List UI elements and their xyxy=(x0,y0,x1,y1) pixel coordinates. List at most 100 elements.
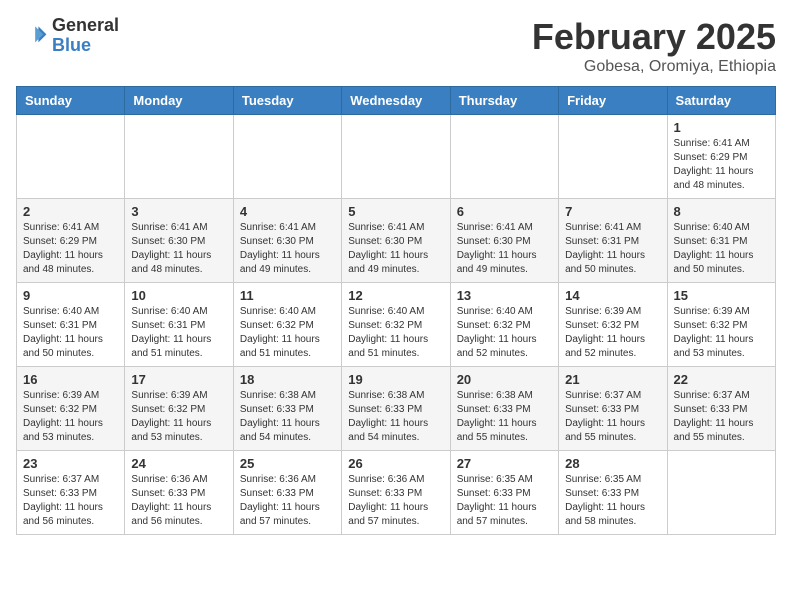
calendar-cell: 18Sunrise: 6:38 AM Sunset: 6:33 PM Dayli… xyxy=(233,367,341,451)
day-info: Sunrise: 6:40 AM Sunset: 6:31 PM Dayligh… xyxy=(131,305,226,361)
weekday-header-friday: Friday xyxy=(559,87,667,115)
day-info: Sunrise: 6:36 AM Sunset: 6:33 PM Dayligh… xyxy=(131,473,226,529)
day-number: 1 xyxy=(674,120,769,135)
weekday-header-saturday: Saturday xyxy=(667,87,775,115)
day-number: 28 xyxy=(565,456,660,471)
day-info: Sunrise: 6:40 AM Sunset: 6:32 PM Dayligh… xyxy=(240,305,335,361)
calendar-week-2: 9 Sunrise: 6:40 AM Sunset: 6:31 PM Daylig… xyxy=(17,283,776,367)
day-info: Sunrise: 6:35 AM Sunset: 6:33 PM Dayligh… xyxy=(565,473,660,529)
day-info: Sunrise: 6:41 AM Sunset: 6:30 PM Dayligh… xyxy=(131,221,226,277)
day-info: Sunrise: 6:40 AM Sunset: 6:31 PM Dayligh… xyxy=(23,305,118,361)
day-number: 14 xyxy=(565,288,660,303)
calendar-cell: 21 Sunrise: 6:37 AM Sunset: 6:33 PM Dayli… xyxy=(559,367,667,451)
logo-general: General xyxy=(52,15,119,35)
day-info: Sunrise: 6:41 AM Sunset: 6:30 PM Dayligh… xyxy=(457,221,552,277)
day-number: 3 xyxy=(131,204,226,219)
calendar-week-4: 23Sunrise: 6:37 AM Sunset: 6:33 PM Dayli… xyxy=(17,451,776,535)
calendar-cell xyxy=(17,115,125,199)
calendar-cell: 13 Sunrise: 6:40 AM Sunset: 6:32 PM Dayli… xyxy=(450,283,558,367)
day-info: Sunrise: 6:40 AM Sunset: 6:32 PM Dayligh… xyxy=(457,305,552,361)
calendar-cell: 1Sunrise: 6:41 AM Sunset: 6:29 PM Daylig… xyxy=(667,115,775,199)
calendar-table: SundayMondayTuesdayWednesdayThursdayFrid… xyxy=(16,86,776,535)
day-number: 10 xyxy=(131,288,226,303)
page-header: General Blue February 2025 Gobesa, Oromi… xyxy=(16,16,776,76)
calendar-week-3: 16Sunrise: 6:39 AM Sunset: 6:32 PM Dayli… xyxy=(17,367,776,451)
day-info: Sunrise: 6:39 AM Sunset: 6:32 PM Dayligh… xyxy=(674,305,769,361)
day-info: Sunrise: 6:41 AM Sunset: 6:31 PM Dayligh… xyxy=(565,221,660,277)
title-block: February 2025 Gobesa, Oromiya, Ethiopia xyxy=(532,16,776,76)
day-number: 8 xyxy=(674,204,769,219)
month-year: February 2025 xyxy=(532,16,776,58)
day-number: 18 xyxy=(240,372,335,387)
calendar-cell: 24 Sunrise: 6:36 AM Sunset: 6:33 PM Dayli… xyxy=(125,451,233,535)
calendar-body: 1 Sunrise: 6:41 AM Sunset: 6:29 PM Daylig… xyxy=(17,115,776,535)
day-info: Sunrise: 6:35 AM Sunset: 6:33 PM Dayligh… xyxy=(457,473,552,529)
day-info: Sunrise: 6:38 AM Sunset: 6:33 PM Dayligh… xyxy=(348,389,443,445)
calendar-cell: 27 Sunrise: 6:35 AM Sunset: 6:33 PM Dayli… xyxy=(450,451,558,535)
calendar-cell: 26 Sunrise: 6:36 AM Sunset: 6:33 PM Dayli… xyxy=(342,451,450,535)
day-number: 20 xyxy=(457,372,552,387)
day-info: Sunrise: 6:37 AM Sunset: 6:33 PM Dayligh… xyxy=(565,389,660,445)
calendar-cell: 8 Sunrise: 6:40 AM Sunset: 6:31 PM Daylig… xyxy=(667,199,775,283)
calendar-cell: 25Sunrise: 6:36 AM Sunset: 6:33 PM Dayli… xyxy=(233,451,341,535)
weekday-header-tuesday: Tuesday xyxy=(233,87,341,115)
day-info: Sunrise: 6:41 AM Sunset: 6:29 PM Dayligh… xyxy=(23,221,118,277)
calendar-cell xyxy=(233,115,341,199)
calendar-cell xyxy=(559,115,667,199)
day-info: Sunrise: 6:39 AM Sunset: 6:32 PM Dayligh… xyxy=(23,389,118,445)
calendar-cell: 11 Sunrise: 6:40 AM Sunset: 6:32 PM Dayli… xyxy=(233,283,341,367)
day-number: 4 xyxy=(240,204,335,219)
day-info: Sunrise: 6:41 AM Sunset: 6:30 PM Dayligh… xyxy=(348,221,443,277)
calendar-cell: 14Sunrise: 6:39 AM Sunset: 6:32 PM Dayli… xyxy=(559,283,667,367)
calendar-cell: 2 Sunrise: 6:41 AM Sunset: 6:29 PM Daylig… xyxy=(17,199,125,283)
day-info: Sunrise: 6:39 AM Sunset: 6:32 PM Dayligh… xyxy=(131,389,226,445)
day-number: 2 xyxy=(23,204,118,219)
day-number: 9 xyxy=(23,288,118,303)
day-number: 6 xyxy=(457,204,552,219)
calendar-cell xyxy=(342,115,450,199)
calendar-cell: 3 Sunrise: 6:41 AM Sunset: 6:30 PM Daylig… xyxy=(125,199,233,283)
calendar-cell: 5Sunrise: 6:41 AM Sunset: 6:30 PM Daylig… xyxy=(342,199,450,283)
day-number: 15 xyxy=(674,288,769,303)
logo-blue: Blue xyxy=(52,35,91,55)
day-number: 27 xyxy=(457,456,552,471)
location: Gobesa, Oromiya, Ethiopia xyxy=(532,58,776,76)
day-number: 22 xyxy=(674,372,769,387)
calendar-cell: 6 Sunrise: 6:41 AM Sunset: 6:30 PM Daylig… xyxy=(450,199,558,283)
calendar-cell: 10 Sunrise: 6:40 AM Sunset: 6:31 PM Dayli… xyxy=(125,283,233,367)
day-info: Sunrise: 6:36 AM Sunset: 6:33 PM Dayligh… xyxy=(348,473,443,529)
calendar-cell: 19 Sunrise: 6:38 AM Sunset: 6:33 PM Dayli… xyxy=(342,367,450,451)
calendar-cell: 22 Sunrise: 6:37 AM Sunset: 6:33 PM Dayli… xyxy=(667,367,775,451)
calendar-cell: 20Sunrise: 6:38 AM Sunset: 6:33 PM Dayli… xyxy=(450,367,558,451)
day-info: Sunrise: 6:40 AM Sunset: 6:31 PM Dayligh… xyxy=(674,221,769,277)
calendar-cell: 12Sunrise: 6:40 AM Sunset: 6:32 PM Dayli… xyxy=(342,283,450,367)
weekday-header-monday: Monday xyxy=(125,87,233,115)
weekday-header-sunday: Sunday xyxy=(17,87,125,115)
day-number: 11 xyxy=(240,288,335,303)
day-number: 7 xyxy=(565,204,660,219)
calendar-cell: 17 Sunrise: 6:39 AM Sunset: 6:32 PM Dayli… xyxy=(125,367,233,451)
calendar-cell xyxy=(125,115,233,199)
day-number: 24 xyxy=(131,456,226,471)
day-number: 19 xyxy=(348,372,443,387)
day-number: 13 xyxy=(457,288,552,303)
day-number: 21 xyxy=(565,372,660,387)
calendar-cell: 15 Sunrise: 6:39 AM Sunset: 6:32 PM Dayli… xyxy=(667,283,775,367)
day-info: Sunrise: 6:37 AM Sunset: 6:33 PM Dayligh… xyxy=(674,389,769,445)
calendar-cell: 9 Sunrise: 6:40 AM Sunset: 6:31 PM Daylig… xyxy=(17,283,125,367)
logo-text: General Blue xyxy=(52,16,119,56)
calendar-cell xyxy=(667,451,775,535)
calendar-week-0: 1Sunrise: 6:41 AM Sunset: 6:29 PM Daylig… xyxy=(17,115,776,199)
calendar-cell: 28 Sunrise: 6:35 AM Sunset: 6:33 PM Dayli… xyxy=(559,451,667,535)
day-number: 23 xyxy=(23,456,118,471)
day-info: Sunrise: 6:41 AM Sunset: 6:30 PM Dayligh… xyxy=(240,221,335,277)
weekday-header-wednesday: Wednesday xyxy=(342,87,450,115)
day-info: Sunrise: 6:40 AM Sunset: 6:32 PM Dayligh… xyxy=(348,305,443,361)
calendar-cell xyxy=(450,115,558,199)
day-number: 26 xyxy=(348,456,443,471)
calendar-cell: 16Sunrise: 6:39 AM Sunset: 6:32 PM Dayli… xyxy=(17,367,125,451)
day-number: 17 xyxy=(131,372,226,387)
logo-icon xyxy=(16,20,48,52)
day-number: 25 xyxy=(240,456,335,471)
calendar-cell: 7 Sunrise: 6:41 AM Sunset: 6:31 PM Daylig… xyxy=(559,199,667,283)
